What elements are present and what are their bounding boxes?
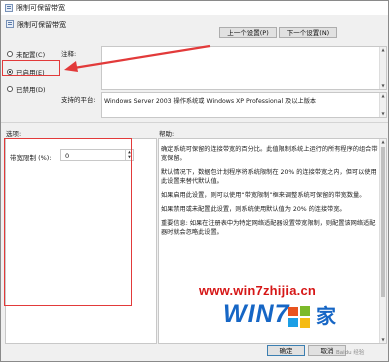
help-text: 确定系统可保留的连接带宽的百分比。此值限制系统上运行的所有程序的组合带宽保留。 … — [161, 145, 381, 242]
radio-circle — [7, 51, 13, 57]
supported-platforms-box: Windows Server 2003 操作系统或 Windows XP Pro… — [101, 92, 387, 118]
supported-platforms-text: Windows Server 2003 操作系统或 Windows XP Pro… — [104, 98, 317, 105]
windows-logo-icon — [288, 306, 310, 328]
policy-header: 限制可保留带宽 上一个设置(P) 下一个设置(N) — [1, 15, 388, 43]
window-title: 限制可保留带宽 — [16, 4, 65, 12]
scroll-down-icon[interactable]: ▼ — [380, 111, 386, 117]
scroll-down-icon[interactable]: ▼ — [380, 83, 386, 89]
comment-scrollbar[interactable]: ▲ ▼ — [379, 47, 386, 89]
previous-setting-button[interactable]: 上一个设置(P) — [219, 27, 277, 38]
radio-not-configured[interactable]: 未配置(C) — [7, 49, 45, 59]
next-setting-button[interactable]: 下一个设置(N) — [279, 27, 337, 38]
options-label: 选项: — [6, 130, 22, 138]
supported-label: 支持的平台: — [61, 96, 96, 104]
ok-button[interactable]: 确定 — [267, 345, 305, 356]
highlight-box-enabled — [2, 60, 60, 76]
radio-label: 未配置(C) — [16, 51, 46, 59]
help-paragraph: 重要信息: 如果在注册表中为特定网络适配器设置带宽限制，则配置该网络适配器时就会… — [161, 220, 376, 236]
title-bar: 限制可保留带宽 — [1, 1, 388, 15]
help-paragraph: 默认情况下，数据包计划程序将系统限制在 20% 的连接带宽之内，但可以使用此设置… — [161, 169, 377, 185]
help-paragraph: 如果禁用或未配置此设置，则系统使用默认值为 20% 的连接带宽。 — [161, 206, 346, 213]
corner-watermark: Baidu 经验 — [336, 350, 365, 356]
help-paragraph: 如果启用此设置，则可以使用“带宽限制”框来调整系统可保留的带宽数量。 — [161, 192, 366, 199]
radio-disabled[interactable]: 已禁用(D) — [7, 84, 46, 94]
supported-scrollbar[interactable]: ▲ ▼ — [379, 93, 386, 117]
help-paragraph: 确定系统可保留的连接带宽的百分比。此值限制系统上运行的所有程序的组合带宽保留。 — [161, 146, 378, 162]
radio-circle — [7, 86, 13, 92]
watermark-url: www.win7zhijia.cn — [199, 283, 317, 298]
divider — [1, 122, 388, 123]
watermark-logo-cn: 家 — [316, 304, 336, 328]
policy-icon — [5, 4, 13, 12]
highlight-box-options — [4, 138, 132, 306]
watermark-logo: WIN7 — [223, 300, 290, 328]
radio-label: 已禁用(D) — [16, 86, 46, 94]
scroll-up-icon[interactable]: ▲ — [380, 47, 386, 53]
scroll-up-icon[interactable]: ▲ — [380, 93, 386, 99]
scroll-down-icon[interactable]: ▼ — [380, 337, 386, 343]
help-label: 帮助: — [159, 130, 175, 138]
scroll-thumb[interactable] — [381, 147, 385, 297]
arrow-icon — [64, 44, 211, 72]
policy-icon — [6, 20, 14, 28]
policy-name: 限制可保留带宽 — [17, 21, 66, 29]
